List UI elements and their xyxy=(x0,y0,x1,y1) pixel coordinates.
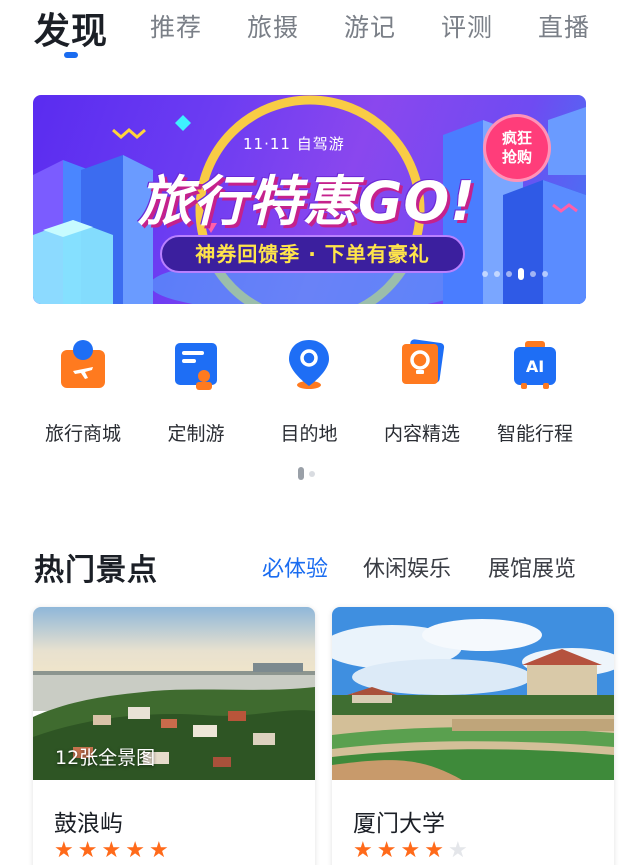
svg-text:AI: AI xyxy=(526,357,544,376)
section-tab-leisure[interactable]: 休闲娱乐 xyxy=(363,551,451,583)
tab-discover[interactable]: 发现 xyxy=(34,2,108,54)
shopping-bag-plane-icon xyxy=(59,338,107,390)
star-icon: ★ xyxy=(54,838,74,863)
shortcut-label: 旅行商城 xyxy=(44,423,121,445)
banner-badge: 疯狂 抢购 xyxy=(486,117,548,179)
page-dot-active xyxy=(298,467,304,480)
banner-headline: 旅行特惠GO! xyxy=(138,170,476,233)
shortcut-smart-itinerary[interactable]: AI 智能行程 xyxy=(478,333,588,453)
star-icon: ★ xyxy=(148,838,169,863)
lightbulb-card-icon xyxy=(398,338,446,390)
rating-stars: ★ ★ ★ ★ ★ xyxy=(353,840,468,862)
attraction-card-xiamen-university[interactable]: 厦门大学 ★ ★ ★ ★ ★ xyxy=(332,607,614,865)
shortcut-destination[interactable]: 目的地 xyxy=(252,333,362,453)
banner-subtitle: 11·11 自驾游 xyxy=(243,135,345,153)
attraction-name: 鼓浪屿 xyxy=(54,811,123,837)
attraction-photo xyxy=(332,607,614,780)
panorama-count-label: 12张全景图 xyxy=(55,747,156,769)
star-icon: ★ xyxy=(400,838,421,863)
top-tab-bar: 发现 推荐 旅摄 游记 评测 直播 xyxy=(0,0,620,70)
star-icon: ★ xyxy=(424,838,444,863)
star-icon: ★ xyxy=(125,838,145,863)
shortcut-page-indicator xyxy=(298,467,315,480)
star-empty-icon: ★ xyxy=(447,838,468,863)
active-tab-indicator xyxy=(64,52,78,58)
shortcut-label: 内容精选 xyxy=(383,423,460,445)
shortcut-label: 定制游 xyxy=(167,423,225,445)
shortcut-featured-content[interactable]: 内容精选 xyxy=(365,333,475,453)
tab-recommend[interactable]: 推荐 xyxy=(150,8,202,44)
carousel-dot-active[interactable] xyxy=(518,268,524,280)
attraction-card-gulangyu[interactable]: 12张全景图 鼓浪屿 ★ ★ ★ ★ ★ xyxy=(33,607,315,865)
ai-suitcase-icon: AI xyxy=(511,338,559,390)
location-pin-icon xyxy=(285,338,333,390)
custom-trip-card-icon xyxy=(172,338,220,390)
promo-banner[interactable]: 11·11 自驾游 旅行特惠GO! 神券回馈季 · 下单有豪礼 疯狂 抢购 xyxy=(33,95,586,304)
tab-review[interactable]: 评测 xyxy=(441,8,493,44)
tab-live[interactable]: 直播 xyxy=(538,8,590,44)
shortcut-label: 目的地 xyxy=(280,423,338,445)
carousel-dot[interactable] xyxy=(482,271,488,277)
star-icon: ★ xyxy=(77,838,98,863)
page-dot xyxy=(309,470,315,477)
carousel-dot[interactable] xyxy=(506,271,512,277)
carousel-dot[interactable] xyxy=(494,271,500,277)
carousel-dot[interactable] xyxy=(542,271,548,277)
banner-slogan: 神券回馈季 · 下单有豪礼 xyxy=(160,235,465,273)
star-icon: ★ xyxy=(101,838,122,863)
tab-travelogue[interactable]: 游记 xyxy=(344,8,396,44)
rating-stars: ★ ★ ★ ★ ★ xyxy=(54,840,169,862)
shortcut-travel-mall[interactable]: 旅行商城 xyxy=(26,333,136,453)
section-tab-must-experience[interactable]: 必体验 xyxy=(262,551,328,583)
star-icon: ★ xyxy=(353,838,373,863)
section-title: 热门景点 xyxy=(34,553,158,588)
tab-travel-photo[interactable]: 旅摄 xyxy=(247,8,299,44)
shortcut-label: 智能行程 xyxy=(496,423,573,445)
section-tab-exhibitions[interactable]: 展馆展览 xyxy=(488,551,576,583)
carousel-dot[interactable] xyxy=(530,271,536,277)
star-icon: ★ xyxy=(376,838,397,863)
shortcut-custom-tour[interactable]: 定制游 xyxy=(139,333,249,453)
attraction-name: 厦门大学 xyxy=(353,811,445,837)
banner-carousel-dots xyxy=(482,268,548,280)
